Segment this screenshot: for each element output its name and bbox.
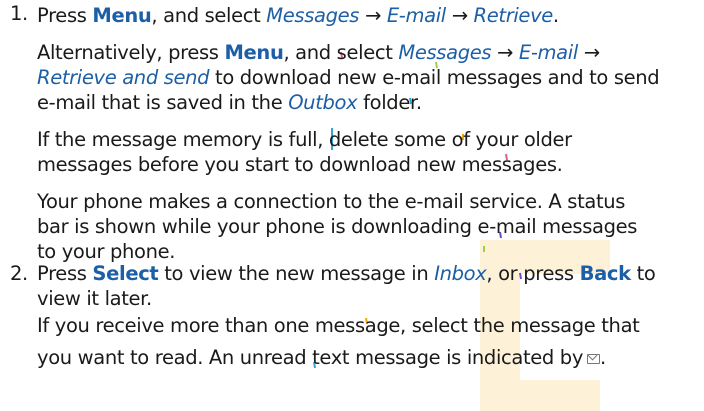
arrow: → [359,4,387,27]
step-1-line-1: Press Menu, and select Messages → E-mail… [37,4,559,28]
text: folder. [357,91,422,114]
text: to download new e-mail messages and to s… [209,66,660,89]
text: . [600,346,606,369]
outbox-folder-name: Outbox [288,91,358,114]
arrow: → [577,41,600,64]
step-2-line-3: If you receive more than one message, se… [37,314,640,337]
inbox-folder-name: Inbox [434,262,487,285]
step-number: 2. [10,262,28,285]
messages-menu-path: Messages [266,4,360,27]
step-1-alt-line-3: e-mail that is saved in the Outbox folde… [37,91,422,115]
text: you want to read. An unread text message… [37,346,584,369]
step-1-connection-line-2: bar is shown while your phone is downloa… [37,215,638,238]
retrieve-and-send-menu-path: Retrieve and send [37,66,210,89]
envelope-icon [587,354,601,364]
text: e-mail that is saved in the [37,91,289,114]
step-1-connection-line-1: Your phone makes a connection to the e-m… [37,190,626,213]
step-1-alt-line-2: Retrieve and send to download new e-mail… [37,66,660,90]
messages-menu-path: Messages [398,41,492,64]
text: . [552,4,559,27]
email-menu-path: E-mail [386,4,446,27]
text: Press [37,4,93,27]
menu-key-label: Menu [92,4,152,27]
select-key-label: Select [92,262,159,285]
text: , and select [151,4,267,27]
text: , or press [486,262,580,285]
text: , and select [283,41,399,64]
arrow: → [445,4,474,27]
step-1-connection-line-3: to your phone. [37,240,176,263]
retrieve-menu-path: Retrieve [473,4,554,27]
step-2-line-4: you want to read. An unread text message… [37,346,606,370]
text: to [630,262,656,285]
step-2-line-1: Press Select to view the new message in … [37,262,656,286]
step-number: 1. [10,2,28,25]
text: Press [37,262,93,285]
step-2-line-2: view it later. [37,287,152,310]
step-1-memory-line-2: messages before you start to download ne… [37,153,563,176]
step-1-memory-line-1: If the message memory is full, delete so… [37,128,572,151]
arrow: → [491,41,519,64]
step-1-alt-line-1: Alternatively, press Menu, and select Me… [37,41,600,65]
email-menu-path: E-mail [518,41,578,64]
text: Alternatively, press [37,41,225,64]
menu-key-label: Menu [224,41,284,64]
back-key-label: Back [579,262,632,285]
text: to view the new message in [158,262,435,285]
